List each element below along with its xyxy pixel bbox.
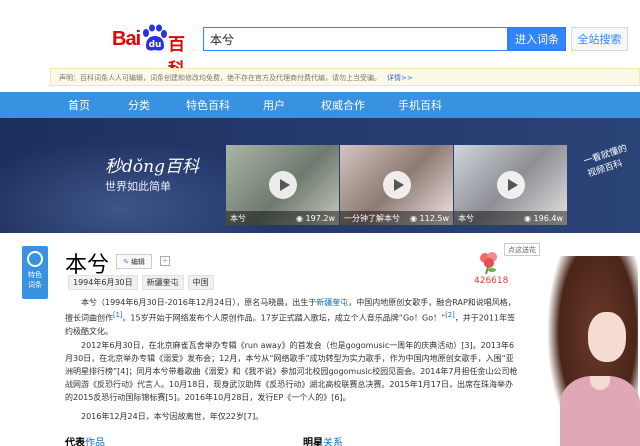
side-tab-label-1: 特色 — [28, 271, 42, 279]
main-nav: 首页 分类 特色百科 用户 权威合作 手机百科 — [0, 92, 640, 118]
flower-count: 426618 — [474, 276, 509, 286]
video-caption: 一分钟了解本兮 — [344, 213, 400, 223]
nav-mobile[interactable]: 手机百科 — [398, 97, 468, 113]
featured-icon — [27, 251, 43, 267]
video-card[interactable]: 一分钟了解本兮 ◉ 112.5w — [340, 145, 453, 225]
link-birthplace[interactable]: 新疆奎屯 — [316, 298, 348, 307]
section-title: 明星 — [303, 438, 323, 446]
banner-subtitle: 世界如此简单 — [105, 180, 171, 193]
video-caption-bar: 本兮 ◉ 197.2w — [226, 211, 339, 225]
entry-paragraph: 本兮（1994年6月30日-2016年12月24日），原名马晓晨，出生于新疆奎屯… — [65, 296, 520, 338]
section-title: 代表 — [65, 438, 85, 446]
featured-entry-tab[interactable]: 特色 词条 — [22, 246, 48, 299]
section-title-link[interactable]: 作品 — [85, 438, 105, 446]
section-title-link[interactable]: 关系 — [323, 438, 343, 446]
paragraph-text: 本兮（1994年6月30日-2016年12月24日），原名马晓晨，出生于 — [81, 298, 317, 307]
site-search-button[interactable]: 全站搜索 — [571, 27, 628, 51]
search-input[interactable] — [203, 27, 508, 51]
nav-featured[interactable]: 特色百科 — [186, 97, 263, 113]
section-star-relations: 明星关系 — [303, 434, 343, 446]
paw-icon: du — [143, 24, 167, 51]
send-flower-tooltip: 点这送花 — [504, 243, 540, 256]
video-views-count: 197.2w — [305, 213, 335, 223]
play-icon[interactable] — [269, 171, 297, 199]
edit-label: 编辑 — [130, 257, 145, 266]
video-caption: 本兮 — [230, 213, 246, 223]
video-views-count: 112.5w — [419, 213, 449, 223]
nav-category[interactable]: 分类 — [128, 97, 186, 113]
tag-birthplace[interactable]: 新疆奎屯 — [141, 275, 184, 290]
video-card[interactable]: 本兮 ◉ 196.4w — [454, 145, 567, 225]
nav-partners[interactable]: 权威合作 — [321, 97, 398, 113]
disclaimer-notice: 声明：百科词条人人可编辑，词条创建和修改均免费，绝不存在官方及代理商付费代编，请… — [50, 68, 640, 86]
baidu-baike-logo[interactable]: Bai du 百科 — [112, 22, 194, 80]
play-icon[interactable] — [383, 171, 411, 199]
entry-tags: 1994年6月30日 新疆奎屯 中国 — [68, 275, 214, 290]
pencil-icon: ✎ — [123, 257, 129, 266]
play-icon[interactable] — [497, 171, 525, 199]
svg-text:du: du — [149, 40, 162, 50]
flower-icon[interactable] — [476, 249, 502, 275]
tag-nationality[interactable]: 中国 — [187, 275, 214, 290]
edit-button[interactable]: ✎ 编辑 — [116, 254, 152, 269]
enter-entry-button[interactable]: 进入词条 — [508, 27, 566, 51]
video-card[interactable]: 本兮 ◉ 197.2w — [226, 145, 339, 225]
video-caption-bar: 本兮 ◉ 196.4w — [454, 211, 567, 225]
video-caption-bar: 一分钟了解本兮 ◉ 112.5w — [340, 211, 453, 225]
video-caption: 本兮 — [458, 213, 474, 223]
nav-home[interactable]: 首页 — [68, 97, 128, 113]
artist-photo[interactable] — [540, 256, 640, 446]
notice-more-link[interactable]: 详情>> — [387, 74, 413, 82]
paragraph-text: 。15岁开始于网络发布个人原创作品。17岁正式踏入歌坛，成立个人音乐品牌“Go！… — [122, 313, 446, 323]
banner-handwriting: 一看就懂的视频百科 — [582, 143, 629, 180]
video-views-count: 196.4w — [533, 213, 563, 223]
entry-paragraph: 2016年12月24日，本兮因故离世，年仅22岁[7]。 — [81, 412, 264, 421]
section-representative-works: 代表作品 — [65, 434, 105, 446]
banner-title: 秒dǒng百科 — [105, 157, 199, 177]
video-banner: 秒dǒng百科 世界如此简单 本兮 ◉ 197.2w 一分钟了解本兮 ◉ 112… — [0, 118, 640, 233]
logo-bai-text: Bai — [112, 28, 141, 50]
nav-users[interactable]: 用户 — [263, 97, 321, 113]
video-views: ◉ 197.2w — [296, 213, 335, 223]
side-tab-label-2: 词条 — [28, 281, 42, 289]
add-icon[interactable]: + — [160, 256, 170, 266]
entry-paragraph: 2012年6月30日，在北京麻雀瓦舍举办专辑《run away》的首发会（也是g… — [65, 341, 518, 402]
video-views: ◉ 196.4w — [524, 213, 563, 223]
notice-text: 声明：百科词条人人可编辑，词条创建和修改均免费，绝不存在官方及代理商付费代编，请… — [59, 74, 381, 82]
reference-link[interactable]: [2] — [445, 311, 454, 319]
video-views: ◉ 112.5w — [410, 213, 449, 223]
tag-birthdate[interactable]: 1994年6月30日 — [68, 275, 138, 290]
photo-face — [588, 312, 626, 362]
photo-dress — [560, 376, 640, 446]
